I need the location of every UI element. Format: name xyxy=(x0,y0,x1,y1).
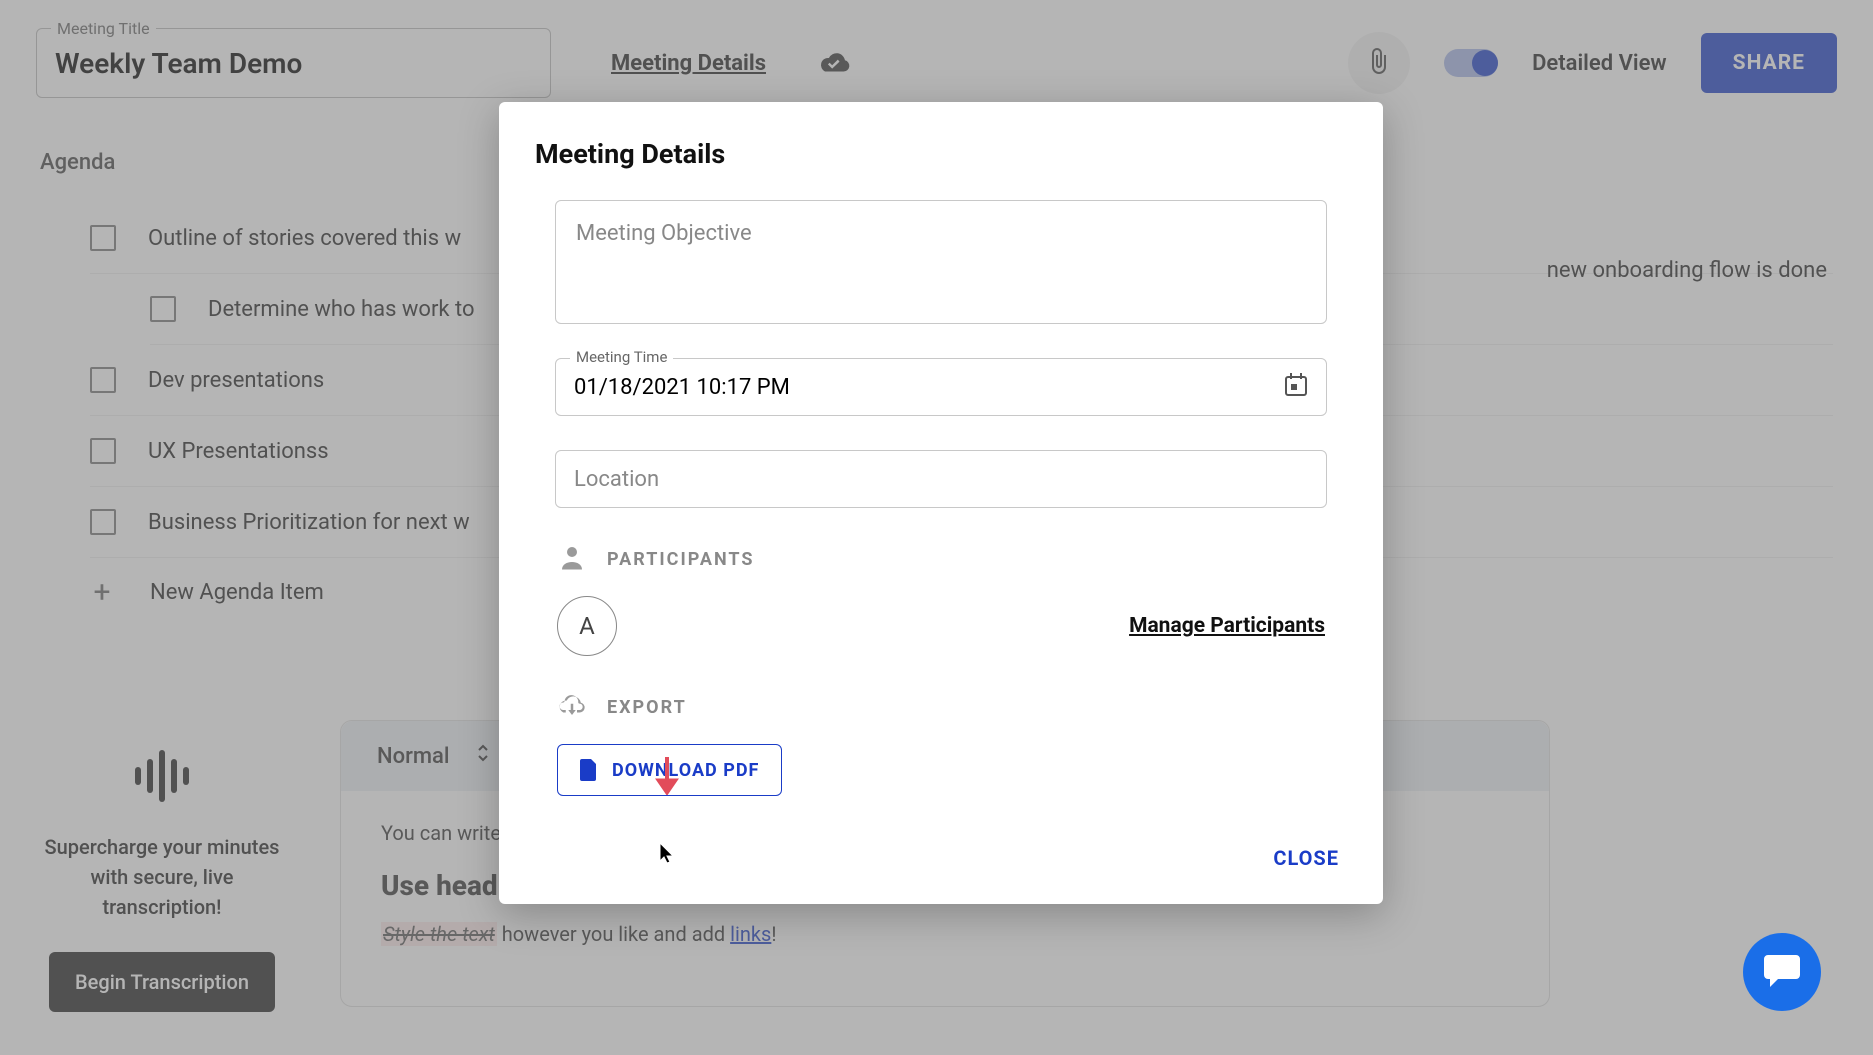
participants-row: A Manage Participants xyxy=(555,596,1327,680)
download-pdf-label: DOWNLOAD PDF xyxy=(612,760,759,781)
close-button[interactable]: CLOSE xyxy=(1265,836,1347,880)
download-pdf-button[interactable]: DOWNLOAD PDF xyxy=(557,744,782,796)
participant-initial: A xyxy=(579,612,595,640)
manage-participants-link[interactable]: Manage Participants xyxy=(1129,614,1325,638)
document-icon xyxy=(580,759,598,781)
meeting-time-label: Meeting Time xyxy=(570,348,673,366)
participants-section-header: PARTICIPANTS xyxy=(555,542,1327,576)
meeting-time-input[interactable] xyxy=(574,375,1284,400)
location-field[interactable] xyxy=(555,450,1327,508)
export-label: EXPORT xyxy=(607,697,687,718)
calendar-icon[interactable] xyxy=(1284,372,1308,402)
modal-fields: Meeting Time PARTICIPANTS A Manage P xyxy=(535,200,1347,796)
location-input[interactable] xyxy=(574,467,1308,492)
meeting-details-modal: Meeting Details Meeting Time PARTICIPANT… xyxy=(499,102,1383,904)
participants-label: PARTICIPANTS xyxy=(607,549,755,570)
meeting-objective-input[interactable] xyxy=(556,201,1326,323)
meeting-objective-field[interactable] xyxy=(555,200,1327,324)
chat-bubble-icon xyxy=(1762,951,1802,993)
person-icon xyxy=(557,542,587,576)
modal-title: Meeting Details xyxy=(535,138,1347,170)
modal-footer: CLOSE xyxy=(535,836,1347,880)
meeting-time-field[interactable]: Meeting Time xyxy=(555,358,1327,416)
export-section-header: EXPORT xyxy=(555,690,1327,724)
chat-fab-button[interactable] xyxy=(1743,933,1821,1011)
participant-avatar[interactable]: A xyxy=(557,596,617,656)
app-root: Meeting Title Meeting Details Detailed V… xyxy=(0,0,1873,1055)
cloud-download-icon xyxy=(557,690,587,724)
